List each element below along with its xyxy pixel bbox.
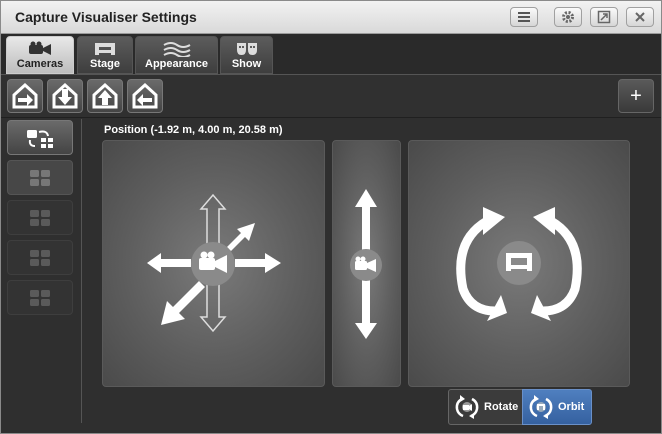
move-right-button[interactable] (7, 79, 43, 113)
visualiser-settings-window: Capture Visualiser Settings Cameras Stag… (0, 0, 662, 434)
window-title: Capture Visualiser Settings (15, 9, 197, 25)
move-arrows-icon (147, 193, 281, 333)
camera-icon (29, 41, 51, 55)
move-camera-pad[interactable] (102, 140, 325, 387)
camera-slot-1[interactable] (7, 160, 73, 195)
vertical-arrows-icon (350, 189, 382, 339)
add-camera-button[interactable]: + (618, 79, 654, 113)
camera-swap-button[interactable] (7, 120, 73, 155)
orbit-arrows-icon (456, 207, 582, 321)
camera-slot-3[interactable] (7, 240, 73, 275)
tab-show[interactable]: Show (220, 36, 273, 74)
settings-button[interactable] (554, 7, 582, 27)
title-bar: Capture Visualiser Settings (1, 1, 661, 34)
move-left-button[interactable] (127, 79, 163, 113)
tab-label: Stage (90, 58, 120, 70)
camera-slot-2[interactable] (7, 200, 73, 235)
move-up-button[interactable] (87, 79, 123, 113)
tab-label: Show (231, 58, 262, 70)
camera-slot-4[interactable] (7, 280, 73, 315)
position-readout: Position (-1.92 m, 4.00 m, 20.58 m) (104, 124, 283, 136)
theatre-masks-icon (236, 43, 257, 55)
grid-icon (30, 169, 50, 186)
tab-stage[interactable]: Stage (77, 36, 133, 74)
rotate-icon (455, 395, 479, 419)
orbit-camera-pad[interactable] (408, 140, 630, 387)
sidebar-divider (81, 119, 82, 423)
grid-icon (30, 289, 50, 306)
tab-bar: Cameras Stage Appearance Show (1, 34, 661, 74)
orbit-mode-button[interactable]: Orbit (522, 389, 592, 425)
move-down-button[interactable] (47, 79, 83, 113)
height-camera-pad[interactable] (332, 140, 401, 387)
orbit-icon (529, 395, 553, 419)
orbit-label: Orbit (558, 401, 585, 413)
tab-appearance[interactable]: Appearance (135, 36, 218, 74)
waves-icon (163, 42, 190, 57)
tab-label: Cameras (16, 58, 64, 70)
house-arrow-up-icon (92, 83, 118, 109)
house-arrow-left-icon (132, 83, 158, 109)
grid-icon (30, 209, 50, 226)
camera-swap-icon (27, 129, 53, 148)
house-arrow-right-icon (12, 83, 38, 109)
rotate-mode-button[interactable]: Rotate (448, 389, 523, 425)
grid-icon (30, 249, 50, 266)
restore-icon (597, 10, 611, 24)
gear-icon (562, 11, 574, 23)
close-icon (635, 12, 645, 22)
rotate-label: Rotate (484, 401, 519, 413)
tab-label: Appearance (145, 58, 208, 70)
stage-icon (95, 43, 115, 55)
tab-cameras[interactable]: Cameras (6, 36, 74, 74)
close-button[interactable] (626, 7, 654, 27)
menu-button[interactable] (510, 7, 538, 27)
toolbar: + (1, 74, 661, 118)
house-arrow-down-icon (52, 83, 78, 109)
restore-button[interactable] (590, 7, 618, 27)
menu-icon (518, 12, 530, 22)
